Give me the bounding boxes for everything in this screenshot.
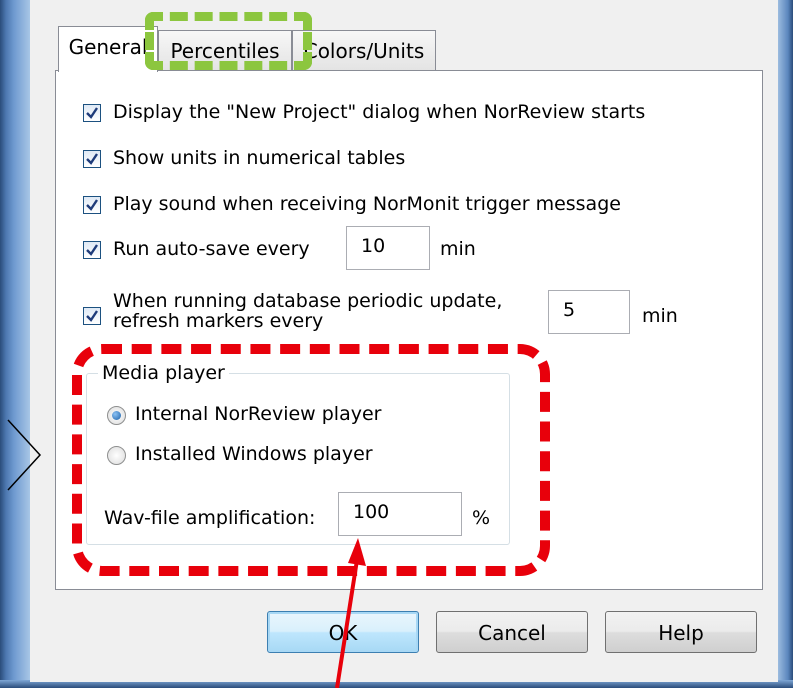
annotation-arrows: [7, 419, 366, 688]
callout-pointer: [7, 419, 42, 491]
red-arrow-icon: [335, 538, 366, 688]
